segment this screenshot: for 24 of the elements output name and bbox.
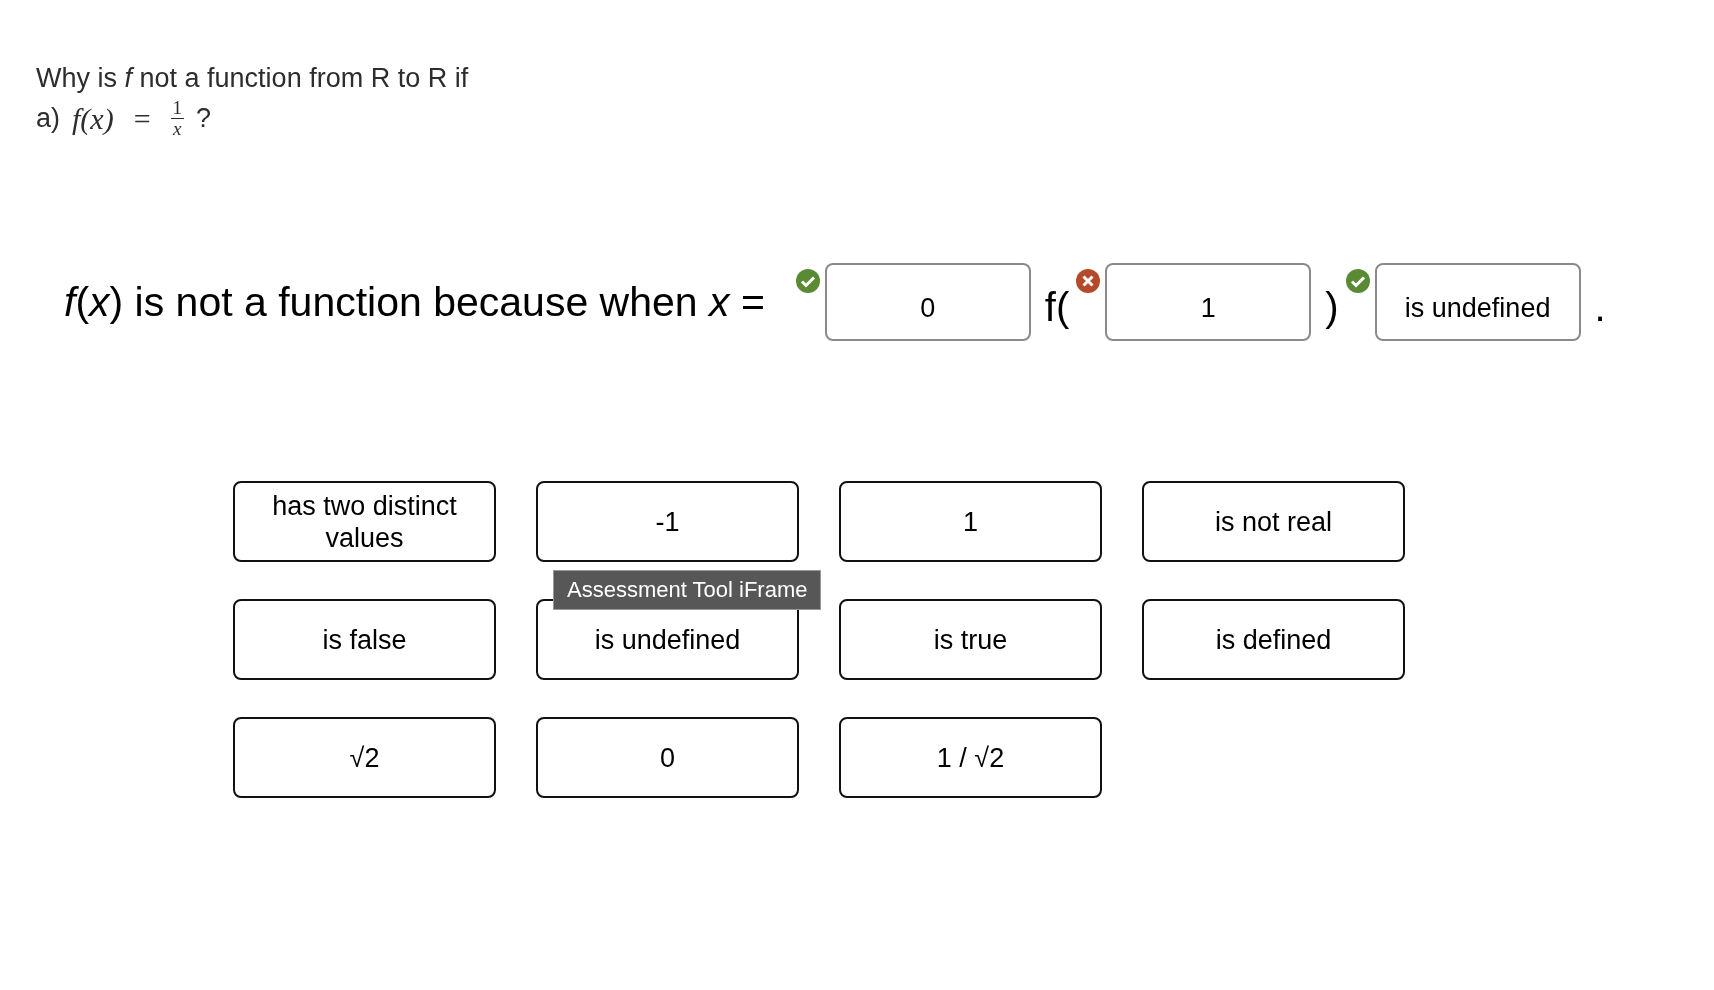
answer-tile[interactable]: has two distinct values <box>233 481 496 562</box>
answer-tile[interactable]: 1 <box>839 481 1102 562</box>
question-text: Why is f not a function from R to R if <box>36 62 470 95</box>
sentence-text: f( <box>1044 284 1070 330</box>
sentence-text: ) <box>1325 284 1339 330</box>
formula-lhs: f(x) <box>72 101 114 136</box>
answer-tile[interactable]: is defined <box>1142 599 1405 680</box>
answer-tile[interactable]: 0 <box>536 717 799 798</box>
equals-sign: = <box>133 101 151 136</box>
question-mark: ? <box>196 103 212 134</box>
answer-tile[interactable]: -1 <box>536 481 799 562</box>
answer-box[interactable]: is undefined <box>1374 263 1581 341</box>
answer-tile[interactable]: is false <box>233 599 496 680</box>
answer-box[interactable]: 1 <box>1105 263 1312 341</box>
answer-tile[interactable]: is not real <box>1142 481 1405 562</box>
answer-tile[interactable]: is true <box>839 599 1102 680</box>
tooltip: Assessment Tool iFrame <box>553 570 822 610</box>
answer-tile[interactable]: √2 <box>233 717 496 798</box>
answer-box[interactable]: 0 <box>824 263 1031 341</box>
fraction: 1 x <box>170 98 185 139</box>
sentence-text: f(x) is not a function because when x = <box>64 278 765 326</box>
sentence-text: . <box>1594 284 1606 330</box>
part-label: a) <box>36 103 60 134</box>
answer-tile[interactable]: 1 / √2 <box>839 717 1102 798</box>
